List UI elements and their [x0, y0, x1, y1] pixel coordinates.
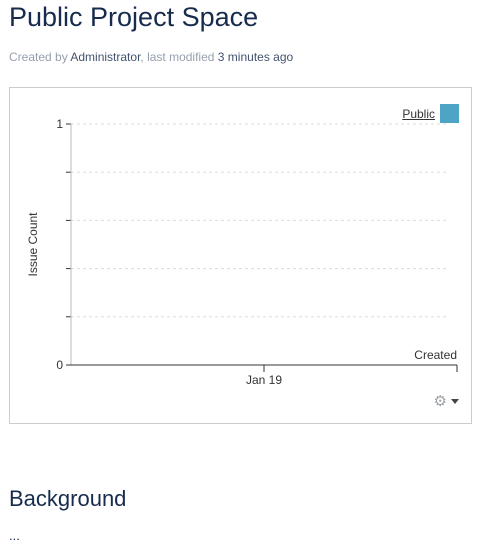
background-heading: Background	[9, 486, 127, 511]
chart-settings-menu[interactable]: ⚙	[434, 394, 459, 409]
modified-label: , last modified	[140, 50, 215, 64]
created-by-label: Created by	[9, 50, 68, 64]
y-tick-label: 0	[56, 358, 63, 372]
background-body: ...	[9, 528, 20, 543]
y-tick-label: 1	[56, 117, 63, 131]
x-axis-label: Created	[414, 348, 457, 362]
x-tick-label: Jan 19	[246, 373, 282, 387]
issue-count-chart: 0 1 Jan 19 Created Issue Count Public ⚙	[9, 87, 472, 424]
y-axis-label: Issue Count	[26, 212, 40, 277]
legend-swatch-public	[440, 104, 459, 123]
legend-item-public[interactable]: Public	[402, 107, 435, 121]
chart-canvas: 0 1 Jan 19 Created Issue Count	[26, 117, 458, 387]
page-title: Public Project Space	[9, 2, 259, 32]
gear-icon[interactable]: ⚙	[434, 394, 447, 409]
page-metadata: Created by Administrator, last modified …	[9, 50, 293, 64]
author-link[interactable]: Administrator	[70, 50, 140, 64]
modified-time-link[interactable]: 3 minutes ago	[218, 50, 293, 64]
chart-legend: Public	[402, 104, 459, 123]
chevron-down-icon[interactable]	[451, 399, 459, 404]
